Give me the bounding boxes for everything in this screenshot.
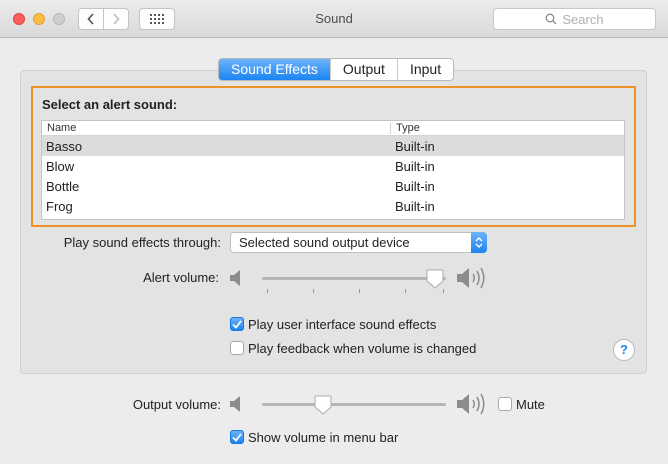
- show-volume-label[interactable]: Show volume in menu bar: [248, 430, 398, 445]
- row-name: Basso: [46, 139, 83, 154]
- alert-sound-heading: Select an alert sound:: [42, 97, 178, 112]
- speaker-low-icon: [230, 396, 240, 412]
- slider-tick: [443, 289, 444, 293]
- row-type: Built-in: [395, 199, 435, 214]
- tab-input[interactable]: Input: [396, 59, 453, 80]
- list-header: Name Type: [42, 121, 624, 136]
- row-name: Blow: [46, 159, 75, 174]
- alert-volume-slider[interactable]: [262, 277, 446, 280]
- search-icon: [545, 13, 557, 25]
- output-volume-slider[interactable]: [262, 403, 446, 406]
- search-placeholder: Search: [562, 11, 604, 27]
- speaker-low-icon: [230, 270, 240, 286]
- column-header-name[interactable]: Name: [47, 122, 76, 134]
- tab-output[interactable]: Output: [329, 59, 397, 80]
- list-row[interactable]: Frog Built-in: [42, 196, 624, 216]
- title-bar: Sound Search: [0, 0, 668, 38]
- slider-tick: [359, 289, 360, 293]
- search-field[interactable]: Search: [493, 8, 656, 30]
- list-row[interactable]: Bottle Built-in: [42, 176, 624, 196]
- row-name: Bottle: [46, 179, 80, 194]
- list-row[interactable]: Basso Built-in: [42, 136, 624, 156]
- slider-tick: [313, 289, 314, 293]
- speaker-high-icon: [457, 267, 485, 289]
- row-name: Frog: [46, 199, 73, 214]
- column-header-type[interactable]: Type: [396, 122, 420, 134]
- alert-volume-label: Alert volume:: [143, 270, 219, 285]
- alert-sound-section: Select an alert sound: Name Type Basso B…: [31, 86, 636, 227]
- slider-tick: [267, 289, 268, 293]
- row-type: Built-in: [395, 139, 435, 154]
- effects-through-label: Play sound effects through:: [63, 235, 221, 250]
- alert-sound-list[interactable]: Name Type Basso Built-in Blow Built-in B…: [41, 120, 625, 220]
- checkmark-icon: [232, 319, 242, 329]
- row-type: Built-in: [395, 159, 435, 174]
- effects-device-value: Selected sound output device: [239, 235, 410, 250]
- mute-checkbox[interactable]: [498, 397, 512, 411]
- ui-sounds-checkbox[interactable]: [230, 317, 244, 331]
- column-divider: [390, 123, 391, 134]
- output-volume-label: Output volume:: [132, 397, 221, 412]
- feedback-checkbox[interactable]: [230, 341, 244, 355]
- effects-device-popup[interactable]: Selected sound output device: [230, 232, 487, 253]
- feedback-label[interactable]: Play feedback when volume is changed: [248, 341, 476, 356]
- alert-volume-knob[interactable]: [426, 269, 444, 289]
- ui-sounds-label[interactable]: Play user interface sound effects: [248, 317, 436, 332]
- speaker-high-icon: [457, 393, 485, 415]
- help-button[interactable]: ?: [613, 339, 635, 361]
- list-row[interactable]: Blow Built-in: [42, 156, 624, 176]
- tab-bar: Sound Effects Output Input: [218, 58, 455, 81]
- slider-tick: [405, 289, 406, 293]
- show-volume-checkbox[interactable]: [230, 430, 244, 444]
- row-type: Built-in: [395, 179, 435, 194]
- checkmark-icon: [232, 432, 242, 442]
- popup-arrows-icon: [471, 232, 487, 253]
- mute-label[interactable]: Mute: [516, 397, 545, 412]
- tab-sound-effects[interactable]: Sound Effects: [219, 59, 330, 80]
- output-volume-knob[interactable]: [314, 395, 332, 415]
